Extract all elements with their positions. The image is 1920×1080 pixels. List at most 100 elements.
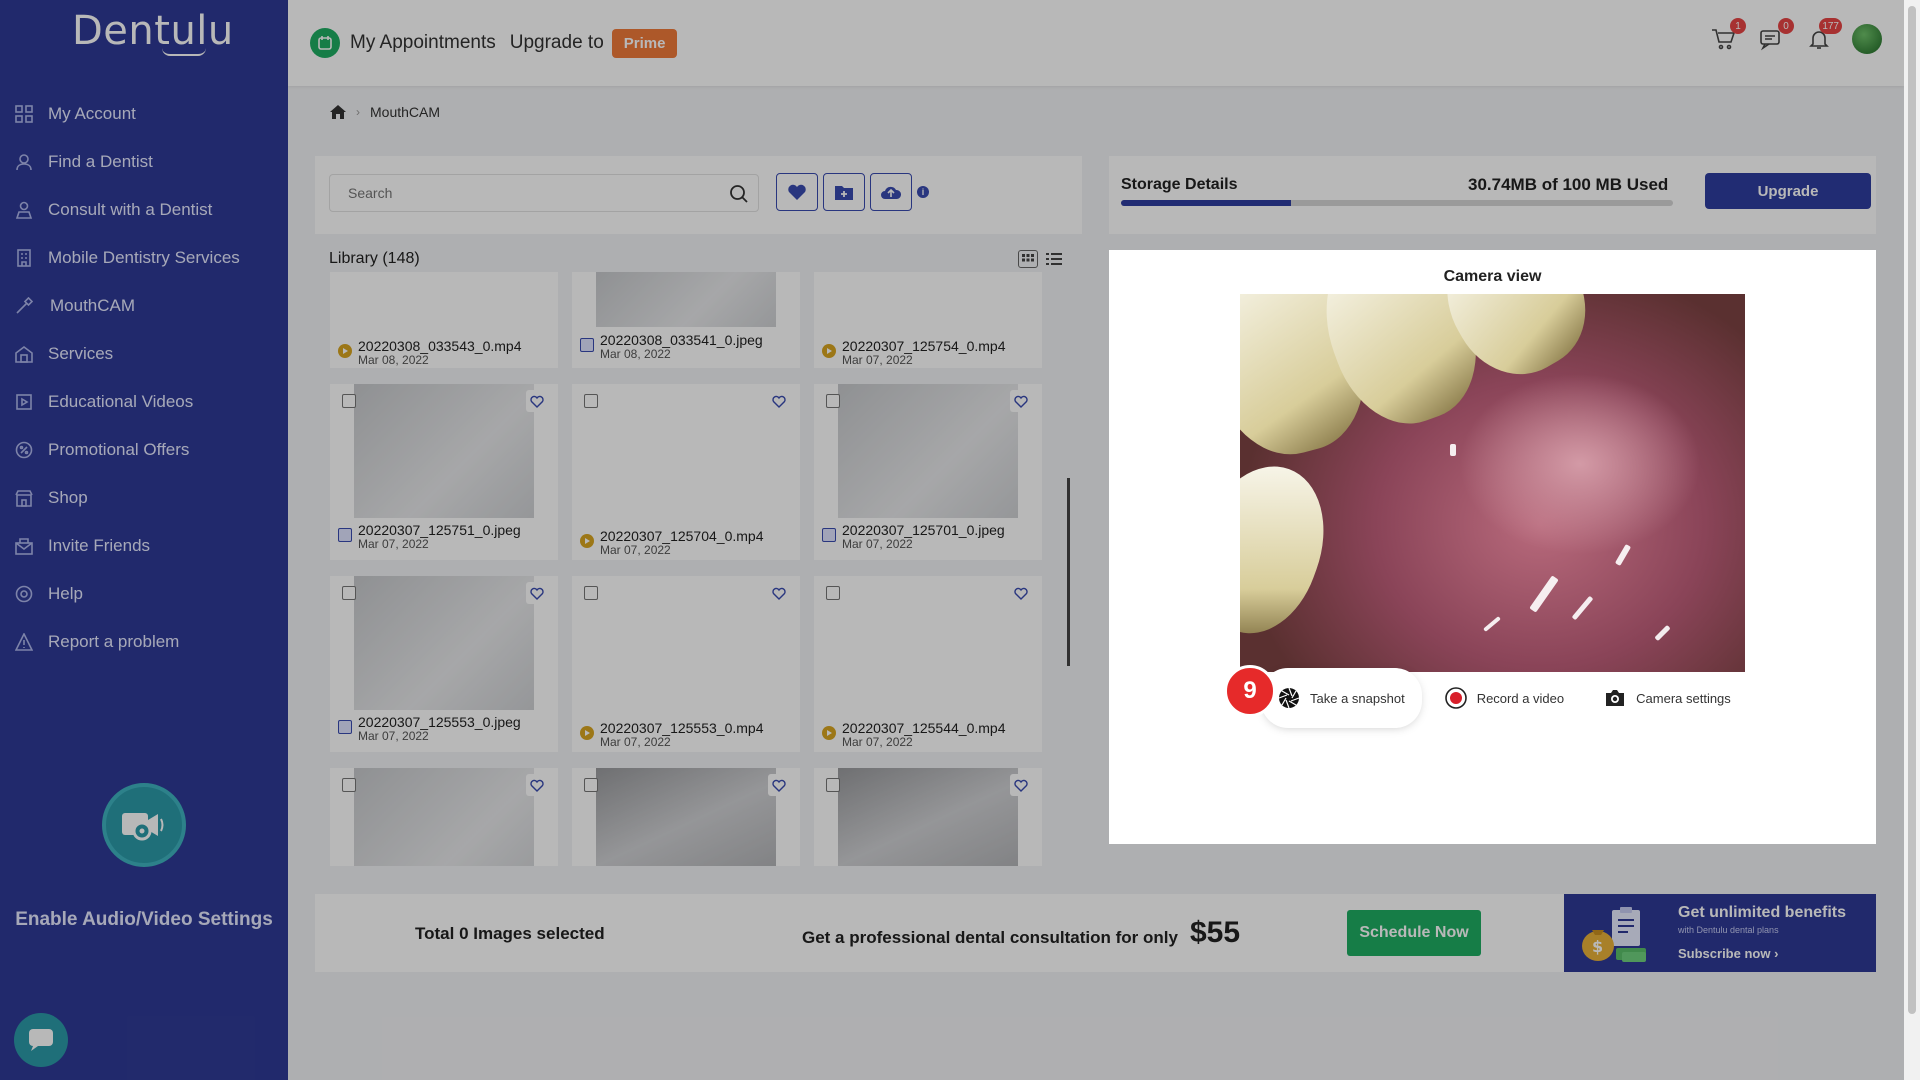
- calendar-icon: [310, 28, 340, 58]
- thumbnail: [354, 768, 534, 866]
- library-tile[interactable]: 20220307_125544_0.mp4 Mar 07, 2022: [814, 576, 1042, 752]
- money-bag-icon: $: [1582, 907, 1646, 962]
- library-tile[interactable]: 20220307_125754_0.mp4 Mar 07, 2022: [814, 272, 1042, 368]
- library-tile[interactable]: 20220307_125553_0.mp4 Mar 07, 2022: [572, 576, 800, 752]
- library-tile[interactable]: [814, 768, 1042, 866]
- favorite-button[interactable]: [768, 390, 790, 412]
- select-checkbox[interactable]: [826, 394, 840, 408]
- library-tile[interactable]: 20220307_125751_0.jpeg Mar 07, 2022: [330, 384, 558, 560]
- sidebar-item-promotional-offers[interactable]: Promotional Offers: [0, 426, 288, 474]
- sidebar-item-invite-friends[interactable]: Invite Friends: [0, 522, 288, 570]
- schedule-now-button[interactable]: Schedule Now: [1347, 910, 1481, 956]
- file-date: Mar 07, 2022: [842, 735, 913, 749]
- video-file-icon: [580, 726, 594, 740]
- notifications-button[interactable]: 177: [1804, 18, 1842, 54]
- chevron-right-icon: ›: [1774, 946, 1779, 961]
- favorites-filter-button[interactable]: [776, 173, 818, 211]
- invite-icon: [14, 536, 34, 556]
- library-tile[interactable]: 20220307_125701_0.jpeg Mar 07, 2022: [814, 384, 1042, 560]
- promo-price: $55: [1190, 916, 1241, 949]
- messages-button[interactable]: 0: [1756, 18, 1794, 54]
- library-tile[interactable]: 20220308_033541_0.jpeg Mar 08, 2022: [572, 272, 800, 368]
- library-tile[interactable]: 20220307_125553_0.jpeg Mar 07, 2022: [330, 576, 558, 752]
- banner-title: Get unlimited benefits: [1678, 904, 1847, 921]
- camera-settings-button[interactable]: Camera settings: [1590, 678, 1745, 718]
- file-name: 20220307_125553_0.jpeg: [358, 714, 521, 730]
- file-date: Mar 07, 2022: [600, 543, 671, 557]
- favorite-button[interactable]: [526, 582, 548, 604]
- file-name: 20220307_125544_0.mp4: [842, 720, 1006, 736]
- select-checkbox[interactable]: [584, 778, 598, 792]
- heart-outline-icon: [1014, 779, 1028, 792]
- library-tile[interactable]: [572, 768, 800, 866]
- library-tile[interactable]: 20220308_033543_0.mp4 Mar 08, 2022: [330, 272, 558, 368]
- favorite-button[interactable]: [526, 774, 548, 796]
- top-header: My Appointments Upgrade to Prime 1 0 177: [288, 0, 1904, 86]
- favorite-button[interactable]: [1010, 582, 1032, 604]
- upgrade-button[interactable]: Upgrade: [1705, 173, 1871, 209]
- sidebar-item-label: Educational Videos: [48, 392, 194, 411]
- reflection: [1571, 595, 1594, 621]
- sidebar-item-label: Help: [48, 584, 83, 603]
- select-checkbox[interactable]: [342, 778, 356, 792]
- shop-icon: [14, 488, 34, 508]
- chat-button[interactable]: [14, 1013, 68, 1067]
- page-scrollbar-thumb[interactable]: [1908, 6, 1916, 1014]
- record-video-button[interactable]: Record a video: [1430, 678, 1579, 718]
- subscribe-now-link[interactable]: Subscribe now ›: [1678, 946, 1778, 961]
- subscribe-banner[interactable]: $ Get unlimited benefits with Dentulu de…: [1564, 894, 1876, 972]
- select-checkbox[interactable]: [584, 586, 598, 600]
- library-scrollbar[interactable]: [1067, 478, 1070, 666]
- favorite-button[interactable]: [1010, 774, 1032, 796]
- av-settings-button[interactable]: [102, 783, 186, 867]
- new-folder-button[interactable]: [823, 173, 865, 211]
- video-icon: [14, 392, 34, 412]
- sidebar-item-mobile-dentistry[interactable]: Mobile Dentistry Services: [0, 234, 288, 282]
- cart-button[interactable]: 1: [1708, 18, 1746, 54]
- search-icon[interactable]: [729, 184, 749, 204]
- sidebar-item-educational-videos[interactable]: Educational Videos: [0, 378, 288, 426]
- library-toolbar: i: [315, 156, 1082, 234]
- sidebar-item-mouthcam[interactable]: MouthCAM: [0, 282, 288, 330]
- home-icon[interactable]: [330, 105, 346, 119]
- person-icon: [14, 152, 34, 172]
- sidebar-item-shop[interactable]: Shop: [0, 474, 288, 522]
- upload-button[interactable]: [870, 173, 912, 211]
- favorite-button[interactable]: [1010, 390, 1032, 412]
- library-tile[interactable]: 20220307_125704_0.mp4 Mar 07, 2022: [572, 384, 800, 560]
- sidebar-item-services[interactable]: Services: [0, 330, 288, 378]
- select-checkbox[interactable]: [584, 394, 598, 408]
- page-scrollbar[interactable]: [1904, 0, 1920, 1080]
- select-checkbox[interactable]: [826, 586, 840, 600]
- sidebar-item-my-account[interactable]: My Account: [0, 90, 288, 138]
- reflection: [1483, 616, 1501, 632]
- sidebar-item-consult[interactable]: Consult with a Dentist: [0, 186, 288, 234]
- favorite-button[interactable]: [768, 774, 790, 796]
- user-avatar[interactable]: [1852, 24, 1882, 54]
- take-snapshot-button[interactable]: Take a snapshot: [1264, 671, 1419, 725]
- info-icon[interactable]: i: [917, 186, 929, 198]
- thumbnail: [596, 768, 776, 866]
- sidebar-item-label: Find a Dentist: [48, 152, 153, 171]
- storage-used-text: 30.74MB of 100 MB Used: [1468, 175, 1669, 194]
- footer-bar: Total 0 Images selected Get a profession…: [315, 894, 1876, 972]
- favorite-button[interactable]: [526, 390, 548, 412]
- prime-button[interactable]: Prime: [611, 28, 678, 58]
- select-checkbox[interactable]: [826, 778, 840, 792]
- favorite-button[interactable]: [768, 582, 790, 604]
- sidebar-item-help[interactable]: Help: [0, 570, 288, 618]
- cloud-upload-icon: [881, 186, 902, 199]
- heart-outline-icon: [530, 587, 544, 600]
- search-input[interactable]: [329, 174, 759, 212]
- grid-view-toggle-icon[interactable]: [1018, 250, 1038, 268]
- sidebar-item-find-a-dentist[interactable]: Find a Dentist: [0, 138, 288, 186]
- sidebar-item-report-problem[interactable]: Report a problem: [0, 618, 288, 666]
- select-checkbox[interactable]: [342, 586, 356, 600]
- svg-text:$: $: [1592, 937, 1603, 956]
- select-checkbox[interactable]: [342, 394, 356, 408]
- library-tile[interactable]: [330, 768, 558, 866]
- list-view-toggle-icon[interactable]: [1046, 252, 1062, 266]
- my-appointments-link[interactable]: My Appointments: [350, 32, 496, 54]
- file-date: Mar 07, 2022: [842, 537, 913, 551]
- dentulu-logo[interactable]: Dentulu: [72, 8, 234, 54]
